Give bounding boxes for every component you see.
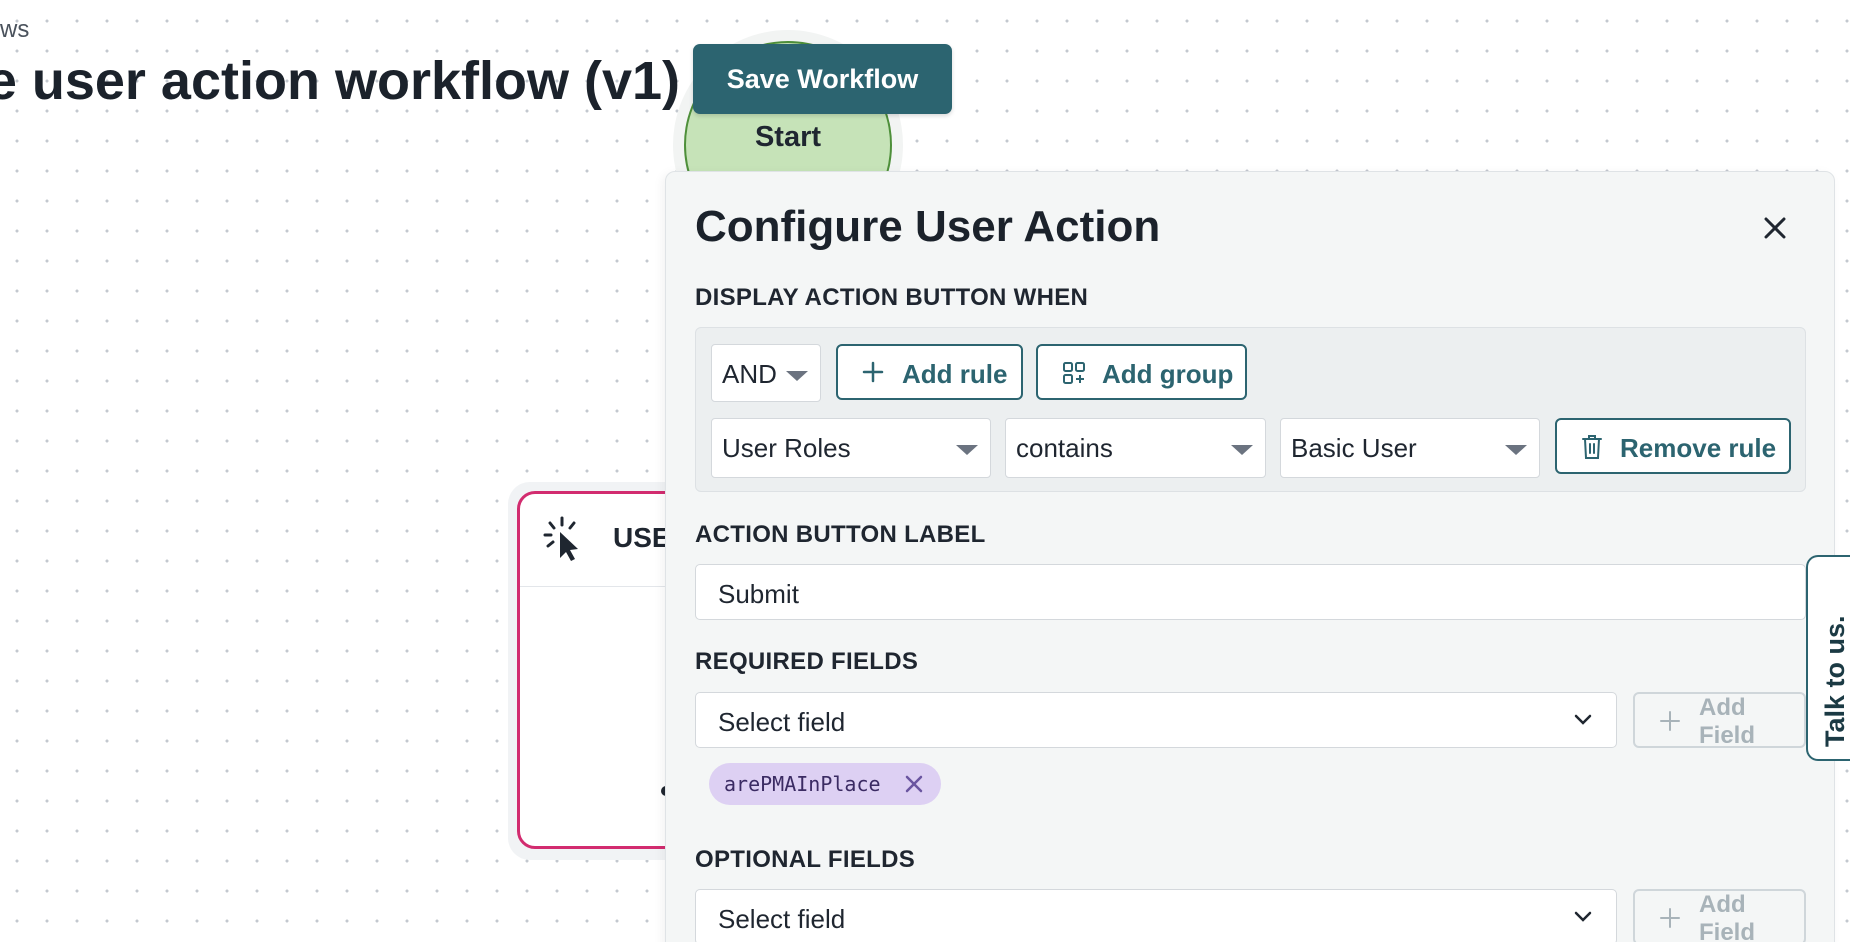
rules-group: AND Add rule Add group User Roles contai… [695, 327, 1806, 492]
optional-add-field-button[interactable]: Add Field [1633, 889, 1806, 942]
chevron-down-icon [1574, 714, 1592, 725]
required-field-chip: arePMAInPlace [709, 763, 941, 805]
required-field-placeholder: Select field [718, 707, 846, 737]
add-group-icon [1063, 362, 1085, 384]
combinator-value: AND [722, 359, 777, 389]
optional-fields-heading: OPTIONAL FIELDS [695, 846, 916, 873]
add-rule-label: Add rule [902, 359, 1008, 389]
trash-icon [1582, 435, 1602, 459]
required-add-field-label: Add Field [1699, 694, 1756, 749]
required-add-field-button[interactable]: Add Field [1633, 692, 1806, 749]
chevron-down-icon [1231, 445, 1253, 455]
remove-rule-label: Remove rule [1620, 433, 1777, 463]
remove-chip-icon[interactable] [905, 775, 923, 793]
add-rule-button[interactable]: Add rule [836, 344, 1023, 400]
page-title-text: ble user action workflow (v1) [0, 51, 680, 111]
rule-value-value: Basic User [1291, 433, 1417, 463]
display-condition-label: DISPLAY ACTION BUTTON WHEN [695, 284, 1089, 311]
add-group-label: Add group [1102, 359, 1234, 389]
chevron-down-icon [1505, 445, 1527, 455]
chip-label: arePMAInPlace [724, 772, 881, 796]
action-button-label-input[interactable]: Submit [695, 564, 1806, 620]
combinator-select[interactable]: AND [711, 344, 821, 402]
page-title: ble user action workflow (v1) [0, 50, 680, 112]
close-icon[interactable] [1759, 212, 1791, 244]
chevron-down-icon [956, 445, 978, 455]
chevron-down-icon [786, 371, 808, 381]
optional-add-field-label: Add Field [1699, 891, 1756, 942]
feedback-tab[interactable]: Talk to us. [1806, 555, 1850, 761]
panel-title: Configure User Action [695, 202, 1161, 251]
action-button-label-value: Submit [718, 579, 799, 609]
required-fields-heading: REQUIRED FIELDS [695, 648, 919, 675]
plus-icon [862, 361, 884, 383]
action-button-label-heading: ACTION BUTTON LABEL [695, 521, 986, 548]
optional-field-select[interactable]: Select field [695, 889, 1617, 942]
pointer-click-icon [543, 516, 578, 561]
plus-icon [1660, 711, 1680, 731]
configure-user-action-panel: Configure User Action DISPLAY ACTION BUT… [665, 171, 1835, 942]
rule-operator-value: contains [1016, 433, 1113, 463]
required-field-select[interactable]: Select field [695, 692, 1617, 748]
add-group-button[interactable]: Add group [1036, 344, 1247, 400]
remove-rule-button[interactable]: Remove rule [1555, 418, 1791, 474]
plus-icon [1660, 908, 1680, 928]
chevron-down-icon [1574, 911, 1592, 922]
optional-field-placeholder: Select field [718, 904, 846, 934]
rule-value-select[interactable]: Basic User [1280, 418, 1540, 478]
rule-field-select[interactable]: User Roles [711, 418, 991, 478]
rule-operator-select[interactable]: contains [1005, 418, 1266, 478]
feedback-tab-label: Talk to us. [1820, 615, 1850, 747]
rule-field-value: User Roles [722, 433, 851, 463]
node-title: USE [613, 522, 671, 553]
save-workflow-button[interactable]: Save Workflow [693, 44, 952, 114]
breadcrumb[interactable]: ws [0, 16, 29, 44]
